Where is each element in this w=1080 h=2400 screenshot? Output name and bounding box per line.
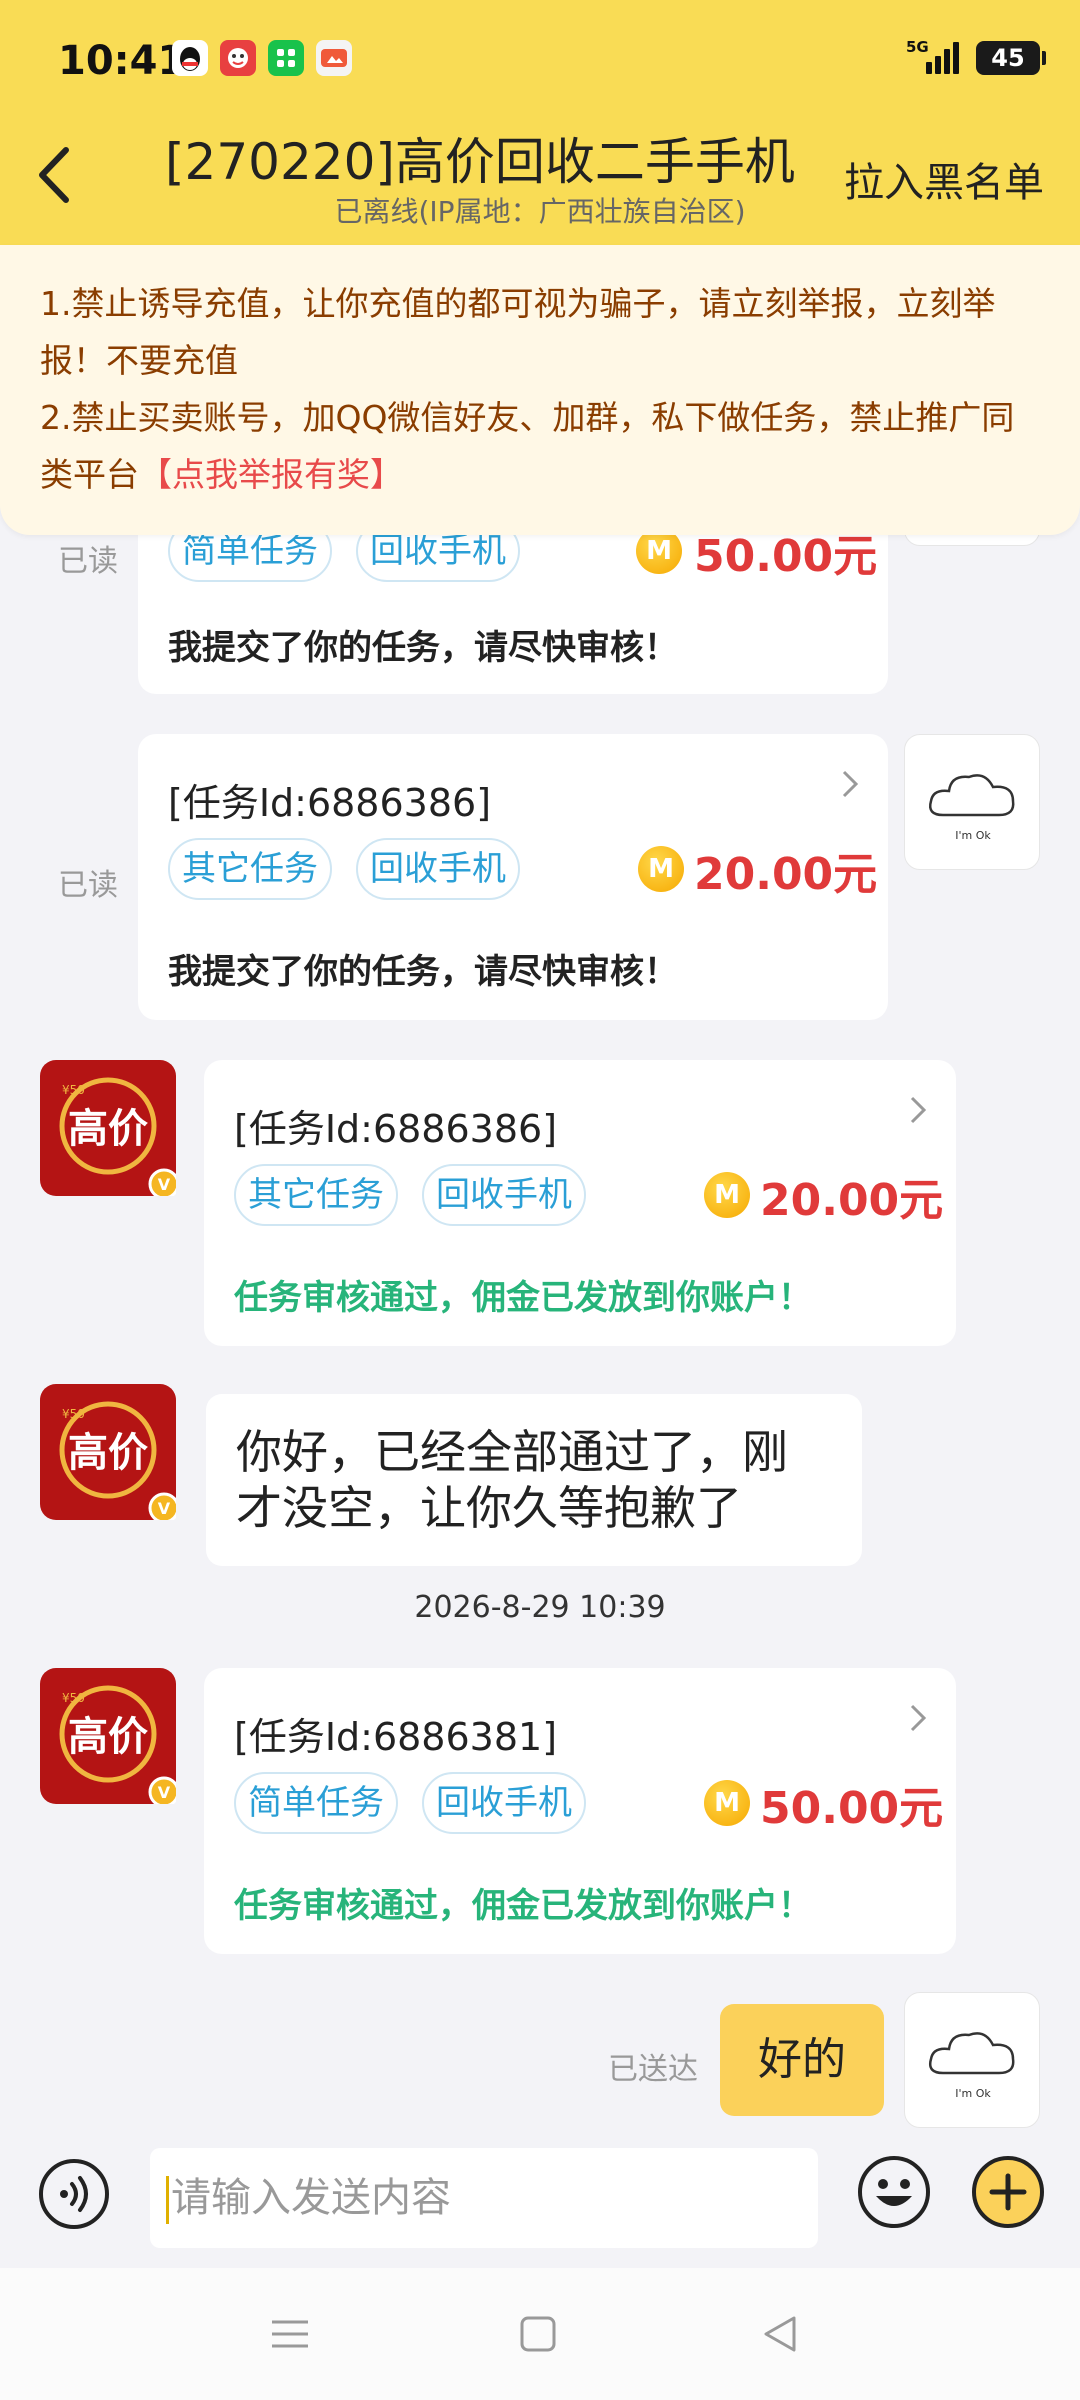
coin-icon: M — [638, 846, 684, 892]
task-tag: 其它任务 — [168, 838, 332, 900]
task-id: [任务Id:6886386] — [234, 1107, 558, 1151]
svg-text:V: V — [158, 1499, 171, 1518]
svg-text:¥50: ¥50 — [62, 1083, 85, 1097]
task-card-submitted[interactable]: [任务Id:6886386] 其它任务 回收手机 M 20.00元 我提交了你的… — [138, 734, 888, 1020]
svg-text:高价: 高价 — [68, 1714, 148, 1760]
menu-icon[interactable] — [266, 2310, 314, 2358]
task-tag: 回收手机 — [422, 1772, 586, 1834]
home-icon[interactable] — [514, 2310, 562, 2358]
grid-app-icon — [268, 40, 304, 76]
coin-icon: M — [704, 1780, 750, 1826]
chevron-right-icon — [910, 1096, 927, 1124]
signal-icon: 5G — [906, 38, 962, 78]
svg-text:V: V — [158, 1783, 171, 1802]
chat-header: 10:41 5G 45 [270220]高价回收二手手机 已离线(IP属地：广西… — [0, 0, 1080, 245]
media-app-icon — [316, 40, 352, 76]
reward-amount: 50.00元 — [760, 1783, 944, 1834]
message-input[interactable]: 请输入发送内容 — [150, 2148, 818, 2248]
svg-text:I'm Ok: I'm Ok — [955, 829, 991, 842]
card-note: 任务审核通过，佣金已发放到你账户！ — [234, 1886, 812, 1926]
qq-icon — [172, 40, 208, 76]
svg-text:I'm Ok: I'm Ok — [955, 2087, 991, 2100]
plus-icon[interactable] — [970, 2154, 1046, 2230]
task-id: [任务Id:6886386] — [168, 781, 492, 825]
status-time: 10:41 — [58, 38, 186, 84]
back-nav-icon[interactable] — [756, 2310, 804, 2358]
svg-text:V: V — [158, 1175, 171, 1194]
status-indicators: 5G 45 — [906, 38, 1046, 78]
card-note: 我提交了你的任务，请尽快审核！ — [168, 952, 678, 992]
blacklist-button[interactable]: 拉入黑名单 — [844, 150, 1044, 208]
seller-avatar[interactable]: 高价 ¥50 V — [40, 1668, 180, 1808]
reward-amount: 20.00元 — [760, 1175, 944, 1226]
message-bubble-own: 好的 — [720, 2004, 884, 2116]
svg-text:¥50: ¥50 — [62, 1691, 85, 1705]
svg-text:¥50: ¥50 — [62, 1407, 85, 1421]
svg-text:高价: 高价 — [68, 1106, 148, 1152]
task-id: [任务Id:6886381] — [234, 1715, 558, 1759]
seller-avatar[interactable]: 高价 ¥50 V — [40, 1060, 180, 1200]
notice-line-2: 2.禁止买卖账号，加QQ微信好友、加群，私下做任务，禁止推广同类平台【点我举报有… — [40, 398, 1015, 494]
card-note: 我提交了你的任务，请尽快审核！ — [168, 628, 678, 668]
game-app-icon — [220, 40, 256, 76]
cloud-icon: I'm Ok — [929, 774, 1015, 842]
task-tag: 回收手机 — [422, 1164, 586, 1226]
task-card-approved[interactable]: [任务Id:6886381] 简单任务 回收手机 M 50.00元 任务审核通过… — [204, 1668, 956, 1954]
report-link[interactable]: 【点我举报有奖】 — [139, 455, 403, 494]
task-tag: 回收手机 — [356, 838, 520, 900]
coin-icon: M — [704, 1172, 750, 1218]
warning-notice: 1.禁止诱导充值，让你充值的都可视为骗子，请立刻举报，立刻举报！不要充值 2.禁… — [0, 245, 1080, 535]
notice-line-1: 1.禁止诱导充值，让你充值的都可视为骗子，请立刻举报，立刻举报！不要充值 — [40, 284, 996, 380]
task-tag: 其它任务 — [234, 1164, 398, 1226]
user-avatar[interactable]: I'm Ok — [904, 734, 1040, 870]
chevron-right-icon — [910, 1704, 927, 1732]
delivery-status: 已送达 — [608, 2052, 698, 2087]
task-tag: 简单任务 — [234, 1772, 398, 1834]
emoji-icon[interactable] — [856, 2154, 932, 2230]
reward-amount: 20.00元 — [694, 849, 878, 900]
voice-icon[interactable] — [38, 2158, 110, 2230]
text-cursor — [166, 2176, 169, 2224]
task-card-approved[interactable]: [任务Id:6886386] 其它任务 回收手机 M 20.00元 任务审核通过… — [204, 1060, 956, 1346]
system-nav-bar — [0, 2268, 1080, 2400]
message-bubble: 你好，已经全部通过了，刚才没空，让你久等抱歉了 — [206, 1394, 862, 1566]
user-avatar[interactable]: I'm Ok — [904, 1992, 1040, 2128]
card-note: 任务审核通过，佣金已发放到你账户！ — [234, 1278, 812, 1318]
status-app-icons — [172, 40, 352, 76]
battery-icon: 45 — [976, 41, 1046, 75]
cloud-icon: I'm Ok — [929, 2032, 1015, 2100]
input-bar: 请输入发送内容 — [0, 2128, 1080, 2268]
seller-avatar[interactable]: 高价 ¥50 V — [40, 1384, 180, 1524]
chevron-right-icon — [842, 770, 859, 798]
read-status: 已读 — [58, 544, 118, 579]
svg-text:高价: 高价 — [68, 1430, 148, 1476]
message-timestamp: 2026-8-29 10:39 — [414, 1590, 666, 1625]
read-status: 已读 — [58, 868, 118, 903]
